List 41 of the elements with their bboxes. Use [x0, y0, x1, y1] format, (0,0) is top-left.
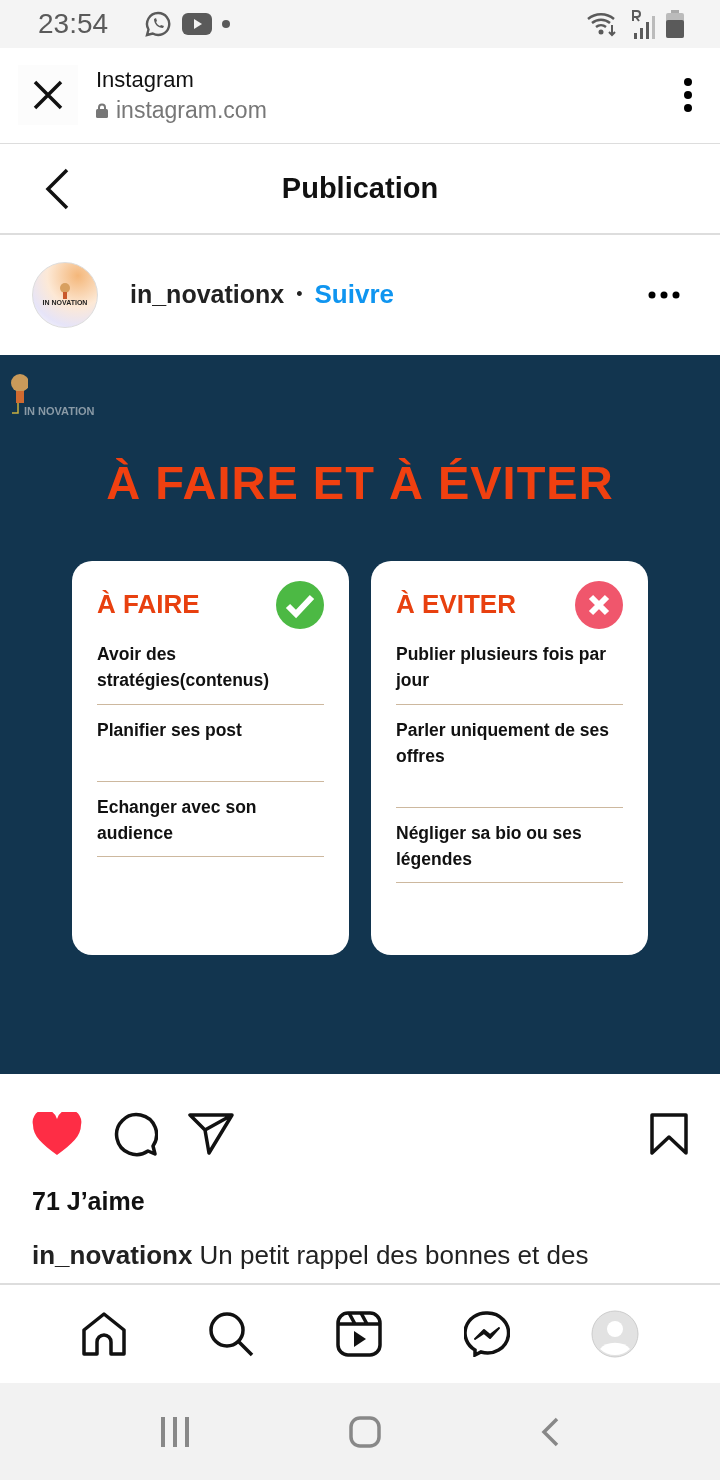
clock-time: 23:54 — [38, 7, 109, 40]
close-icon — [33, 80, 63, 111]
check-icon — [276, 580, 324, 629]
logo-text: IN NOVATION — [24, 404, 95, 417]
card-heading: À FAIRE — [97, 589, 200, 621]
list-item-text: Négliger sa bio ou ses légendes — [396, 822, 582, 869]
play-icon — [182, 12, 213, 35]
bookmark-icon[interactable] — [650, 1112, 688, 1155]
search-icon[interactable] — [208, 1311, 255, 1358]
battery-icon — [666, 9, 684, 38]
site-title: Instagram — [96, 66, 195, 93]
post-title: À FAIRE ET À ÉVITER — [105, 454, 615, 510]
like-count: 71 J’aime — [32, 1186, 146, 1216]
comment-icon[interactable] — [112, 1110, 158, 1157]
list-item-text: Parler uniquement de ses offres — [396, 719, 609, 766]
cross-icon — [575, 580, 623, 629]
card-heading: À EVITER — [396, 589, 516, 621]
send-icon[interactable] — [188, 1112, 234, 1155]
home-icon[interactable] — [80, 1311, 127, 1358]
list-item-text: Publier plusieurs fois par jour — [396, 643, 607, 690]
lightbulb-icon — [60, 283, 70, 300]
lock-icon — [96, 102, 108, 118]
recent-apps-icon[interactable] — [159, 1416, 190, 1447]
messenger-icon[interactable] — [463, 1311, 510, 1358]
post-caption: in_novationx Un petit rappel des bonnes et des — [32, 1239, 590, 1271]
list-item-text: Echanger avec son audience — [97, 796, 257, 843]
signal-icon — [630, 8, 656, 39]
chat-bubble-icon — [144, 9, 173, 38]
more-options-icon[interactable] — [684, 78, 692, 113]
separator-dot: • — [296, 284, 303, 306]
home-button-icon[interactable] — [349, 1415, 381, 1448]
site-url: instagram.com — [116, 96, 267, 124]
more-options-icon[interactable] — [648, 290, 680, 299]
back-icon[interactable] — [44, 167, 70, 210]
video-clip-icon[interactable] — [336, 1311, 382, 1358]
username[interactable]: in_novationx — [130, 280, 285, 310]
list-item-text: Planifier ses post — [97, 719, 242, 740]
like-icon[interactable] — [32, 1111, 82, 1156]
list-item-text: Avoir des stratégies(contenus) — [97, 643, 270, 690]
dot-icon — [222, 19, 231, 28]
page-title: Publication — [281, 171, 439, 205]
